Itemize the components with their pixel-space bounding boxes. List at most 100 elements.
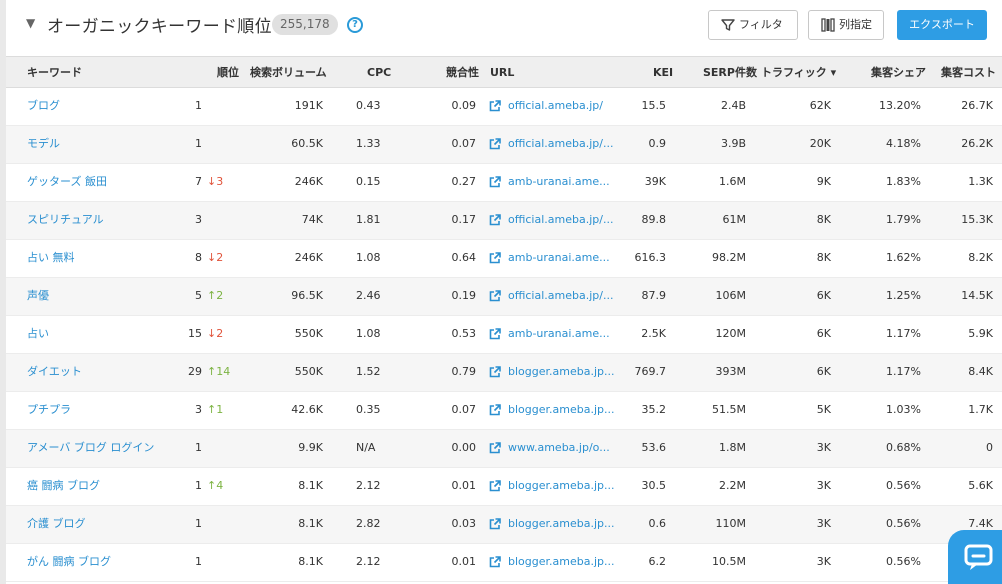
cell-url-link[interactable]: amb-uranai.ame... bbox=[508, 240, 610, 278]
cell-cost: 26.7K bbox=[961, 99, 993, 112]
external-link-icon[interactable] bbox=[489, 518, 501, 530]
cell-serp: 98.2M bbox=[712, 251, 746, 264]
cell-cost: 1.3K bbox=[968, 175, 993, 188]
cell-serp: 3.9B bbox=[720, 137, 746, 150]
cell-cpc: 1.08 bbox=[356, 251, 381, 264]
cell-competition: 0.07 bbox=[451, 137, 477, 150]
col-header-keyword[interactable]: キーワード bbox=[27, 57, 82, 88]
cell-volume: 74K bbox=[301, 213, 323, 226]
col-header-serp[interactable]: SERP件数 bbox=[703, 57, 757, 88]
col-header-kei[interactable]: KEI bbox=[653, 57, 673, 88]
cell-competition: 0.01 bbox=[451, 479, 477, 492]
cell-keyword[interactable]: ブログ bbox=[27, 88, 60, 126]
cell-url-link[interactable]: blogger.ameba.jp... bbox=[508, 506, 614, 544]
cell-share: 1.25% bbox=[886, 289, 921, 302]
cell-cost: 0 bbox=[986, 441, 993, 454]
col-header-traffic[interactable]: トラフィック ▾ bbox=[761, 57, 836, 88]
cell-keyword[interactable]: スピリチュアル bbox=[27, 202, 104, 240]
cell-url-link[interactable]: blogger.ameba.jp... bbox=[508, 392, 614, 430]
cell-keyword[interactable]: 占い 無料 bbox=[27, 240, 75, 278]
cell-rank-change: ↑1 bbox=[207, 403, 224, 416]
cell-kei: 30.5 bbox=[641, 479, 667, 492]
cell-cpc: N/A bbox=[356, 441, 376, 454]
cell-volume: 191K bbox=[294, 99, 323, 112]
external-link-icon[interactable] bbox=[489, 214, 501, 226]
cell-url-link[interactable]: blogger.ameba.jp... bbox=[508, 468, 614, 506]
export-button[interactable]: エクスポート bbox=[897, 10, 987, 40]
cell-url-link[interactable]: amb-uranai.ame... bbox=[508, 164, 610, 202]
cell-serp: 110M bbox=[715, 517, 747, 530]
cell-share: 4.18% bbox=[886, 137, 921, 150]
help-icon[interactable]: ? bbox=[347, 17, 363, 33]
cell-volume: 42.6K bbox=[291, 403, 323, 416]
cell-url-link[interactable]: official.ameba.jp/... bbox=[508, 278, 613, 316]
columns-icon bbox=[821, 18, 835, 32]
cell-url-link[interactable]: official.ameba.jp/... bbox=[508, 202, 613, 240]
external-link-icon[interactable] bbox=[489, 442, 501, 454]
cell-keyword[interactable]: 介護 ブログ bbox=[27, 506, 86, 544]
chat-widget[interactable] bbox=[948, 530, 1002, 584]
cell-volume: 8.1K bbox=[298, 555, 323, 568]
cell-traffic: 6K bbox=[816, 327, 831, 340]
cell-keyword[interactable]: 声優 bbox=[27, 278, 49, 316]
cell-serp: 106M bbox=[715, 289, 747, 302]
cell-competition: 0.79 bbox=[451, 365, 477, 378]
col-header-share[interactable]: 集客シェア bbox=[871, 57, 926, 88]
chat-icon bbox=[964, 544, 993, 570]
filter-button-label: フィルタ bbox=[739, 18, 783, 31]
cell-traffic: 3K bbox=[816, 441, 831, 454]
col-header-cost[interactable]: 集客コスト bbox=[941, 57, 996, 88]
external-link-icon[interactable] bbox=[489, 556, 501, 568]
external-link-icon[interactable] bbox=[489, 290, 501, 302]
external-link-icon[interactable] bbox=[489, 176, 501, 188]
table-row: プチプラ 3 42.6K 0.35 0.07 35.2 51.5M 5K 1.03% 1.7K ↑1… bbox=[6, 392, 1002, 430]
cell-url-link[interactable]: official.ameba.jp/... bbox=[508, 126, 613, 164]
cell-keyword[interactable]: 占い bbox=[27, 316, 49, 354]
cell-traffic: 3K bbox=[816, 479, 831, 492]
col-header-competition[interactable]: 競合性 bbox=[446, 57, 479, 88]
cell-rank: 1 bbox=[195, 479, 202, 492]
organic-keywords-panel: ▼ オーガニックキーワード順位 255,178 ? フィルタ 列指定 エクスポー… bbox=[6, 0, 1002, 584]
cell-kei: 89.8 bbox=[641, 213, 667, 226]
table-row: 声優 5 96.5K 2.46 0.19 87.9 106M 6K 1.25% 14.5K ↑2 of… bbox=[6, 278, 1002, 316]
external-link-icon[interactable] bbox=[489, 480, 501, 492]
filter-button[interactable]: フィルタ bbox=[708, 10, 798, 40]
cell-url-link[interactable]: blogger.ameba.jp... bbox=[508, 354, 614, 392]
cell-url-link[interactable]: official.ameba.jp/ bbox=[508, 88, 603, 126]
cell-competition: 0.19 bbox=[451, 289, 477, 302]
cell-url-link[interactable]: blogger.ameba.jp... bbox=[508, 544, 614, 582]
cell-volume: 550K bbox=[294, 365, 323, 378]
col-header-volume[interactable]: 検索ボリューム bbox=[250, 57, 327, 88]
external-link-icon[interactable] bbox=[489, 252, 501, 264]
cell-rank: 1 bbox=[195, 99, 202, 112]
cell-url-link[interactable]: amb-uranai.ame... bbox=[508, 316, 610, 354]
cell-keyword[interactable]: ゲッターズ 飯田 bbox=[27, 164, 107, 202]
cell-volume: 60.5K bbox=[291, 137, 323, 150]
cell-competition: 0.01 bbox=[451, 555, 477, 568]
col-header-url[interactable]: URL bbox=[490, 57, 514, 88]
external-link-icon[interactable] bbox=[489, 328, 501, 340]
cell-share: 1.62% bbox=[886, 251, 921, 264]
table-row: 占い 15 550K 1.08 0.53 2.5K 120M 6K 1.17% 5.9K ↓2 amb… bbox=[6, 316, 1002, 354]
cell-keyword[interactable]: プチプラ bbox=[27, 392, 71, 430]
cell-cpc: 0.35 bbox=[356, 403, 381, 416]
external-link-icon[interactable] bbox=[489, 100, 501, 112]
columns-button[interactable]: 列指定 bbox=[808, 10, 884, 40]
cell-keyword[interactable]: 癌 闘病 ブログ bbox=[27, 468, 100, 506]
external-link-icon[interactable] bbox=[489, 404, 501, 416]
cell-url-link[interactable]: www.ameba.jp/o... bbox=[508, 430, 610, 468]
collapse-toggle-icon[interactable]: ▼ bbox=[26, 16, 35, 30]
cell-share: 0.56% bbox=[886, 555, 921, 568]
cell-keyword[interactable]: モデル bbox=[27, 126, 60, 164]
cell-rank: 8 bbox=[195, 251, 202, 264]
external-link-icon[interactable] bbox=[489, 138, 501, 150]
cell-keyword[interactable]: ダイエット bbox=[27, 354, 82, 392]
external-link-icon[interactable] bbox=[489, 366, 501, 378]
cell-traffic: 3K bbox=[816, 517, 831, 530]
panel-header: ▼ オーガニックキーワード順位 255,178 ? フィルタ 列指定 エクスポー… bbox=[6, 0, 1002, 56]
cell-keyword[interactable]: アメーバ ブログ ログイン bbox=[27, 430, 154, 468]
cell-keyword[interactable]: がん 闘病 ブログ bbox=[27, 544, 111, 582]
cell-kei: 2.5K bbox=[641, 327, 666, 340]
col-header-cpc[interactable]: CPC bbox=[367, 57, 391, 88]
col-header-rank[interactable]: 順位 bbox=[217, 57, 239, 88]
